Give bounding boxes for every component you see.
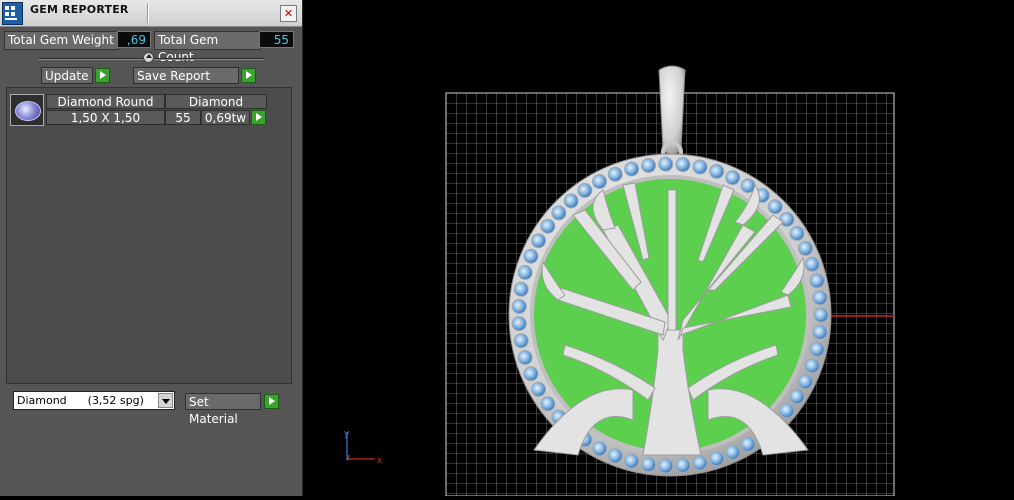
gem-stone <box>675 457 691 473</box>
gem-stone <box>809 273 825 289</box>
3d-viewport[interactable]: y z x <box>303 0 1014 497</box>
gem-stone <box>798 240 813 256</box>
gem-stone <box>641 457 656 472</box>
gem-stone <box>812 324 828 340</box>
axis-y-label: y <box>344 429 350 439</box>
gem-stone <box>779 211 795 227</box>
gem-stone <box>540 218 556 234</box>
total-gem-count-value: 55 <box>259 31 294 48</box>
gem-stone <box>624 161 640 177</box>
set-material-button[interactable]: Set Material <box>185 393 261 426</box>
gem-stone <box>523 366 539 382</box>
gem-stone <box>551 205 567 221</box>
set-material-play-icon[interactable] <box>264 394 279 409</box>
chevron-down-icon[interactable] <box>158 393 173 408</box>
gem-stone <box>513 333 529 349</box>
gem-stone <box>658 458 674 474</box>
gem-stone <box>531 233 546 249</box>
gem-size-cell: 1,50 X 1,50 <box>46 110 165 125</box>
pendant-bail <box>658 65 686 155</box>
gem-stone <box>709 451 725 467</box>
gem-stone <box>725 170 741 186</box>
gem-stone <box>812 290 828 306</box>
gem-type-cell: Diamond <box>165 94 267 109</box>
gem-stone <box>779 403 795 419</box>
gem-stone <box>740 436 756 452</box>
gem-count-cell: 55 <box>165 110 201 125</box>
gem-stone <box>809 341 825 357</box>
axis-z-label: z <box>346 453 350 462</box>
gem-stone <box>511 298 527 314</box>
axis-x-label: x <box>377 456 383 466</box>
total-gem-weight-label: Total Gem Weight <box>4 31 119 50</box>
gem-stone <box>641 158 656 173</box>
slider-handle[interactable] <box>143 52 154 63</box>
panel-title: GEM REPORTER <box>30 3 129 16</box>
gem-stone <box>658 156 674 172</box>
gem-stone <box>592 174 607 189</box>
gem-stone <box>540 396 556 412</box>
gem-stone <box>675 157 691 173</box>
title-separator <box>147 3 149 23</box>
gem-stone <box>804 256 820 272</box>
gem-stone <box>607 448 623 464</box>
save-report-play-icon[interactable] <box>241 68 256 83</box>
gem-stone <box>804 358 820 374</box>
gem-stone <box>563 193 579 209</box>
viewport-canvas[interactable]: y z x <box>303 0 1014 497</box>
gem-stone <box>511 316 527 332</box>
gem-stone <box>709 163 725 179</box>
material-select-value: Diamond (3,52 spg) <box>17 394 144 407</box>
gem-stone <box>789 225 805 241</box>
gem-stone <box>692 159 708 175</box>
gem-weight-cell: 0,69tw <box>201 110 250 125</box>
gem-stone <box>692 455 708 471</box>
total-gem-weight-value: ,69 <box>117 31 151 48</box>
gem-shape-cell: Diamond Round <box>46 94 165 109</box>
gem-row-play-icon[interactable] <box>251 110 266 125</box>
gem-reporter-panel: GEM REPORTER ✕ Total Gem Weight ,69 Tota… <box>0 0 303 496</box>
gem-stone <box>607 166 623 182</box>
gem-stone <box>624 453 640 469</box>
material-select[interactable]: Diamond (3,52 spg) <box>13 391 175 410</box>
gem-reporter-app-icon <box>2 2 23 25</box>
panel-titlebar[interactable]: GEM REPORTER ✕ <box>0 0 302 27</box>
gem-stone <box>517 265 533 280</box>
gem-stone <box>523 248 539 264</box>
gem-stone <box>592 441 607 456</box>
gem-stone <box>517 350 533 365</box>
gem-stone <box>577 182 593 198</box>
total-gem-count-label: Total Gem Count <box>154 31 261 64</box>
gem-stone <box>798 374 813 390</box>
close-icon[interactable]: ✕ <box>280 5 297 22</box>
gem-stone <box>767 199 783 215</box>
gem-stone <box>813 307 829 323</box>
gem-stone <box>725 444 741 460</box>
update-button[interactable]: Update <box>41 67 93 84</box>
gem-stone <box>531 381 546 397</box>
gem-stone <box>789 389 805 405</box>
gem-list <box>6 87 292 384</box>
update-play-icon[interactable] <box>95 68 110 83</box>
axis-triad: y z x <box>344 429 383 466</box>
gem-stone <box>513 281 529 297</box>
gem-thumbnail-icon[interactable] <box>10 94 44 126</box>
save-report-button[interactable]: Save Report <box>133 67 239 84</box>
